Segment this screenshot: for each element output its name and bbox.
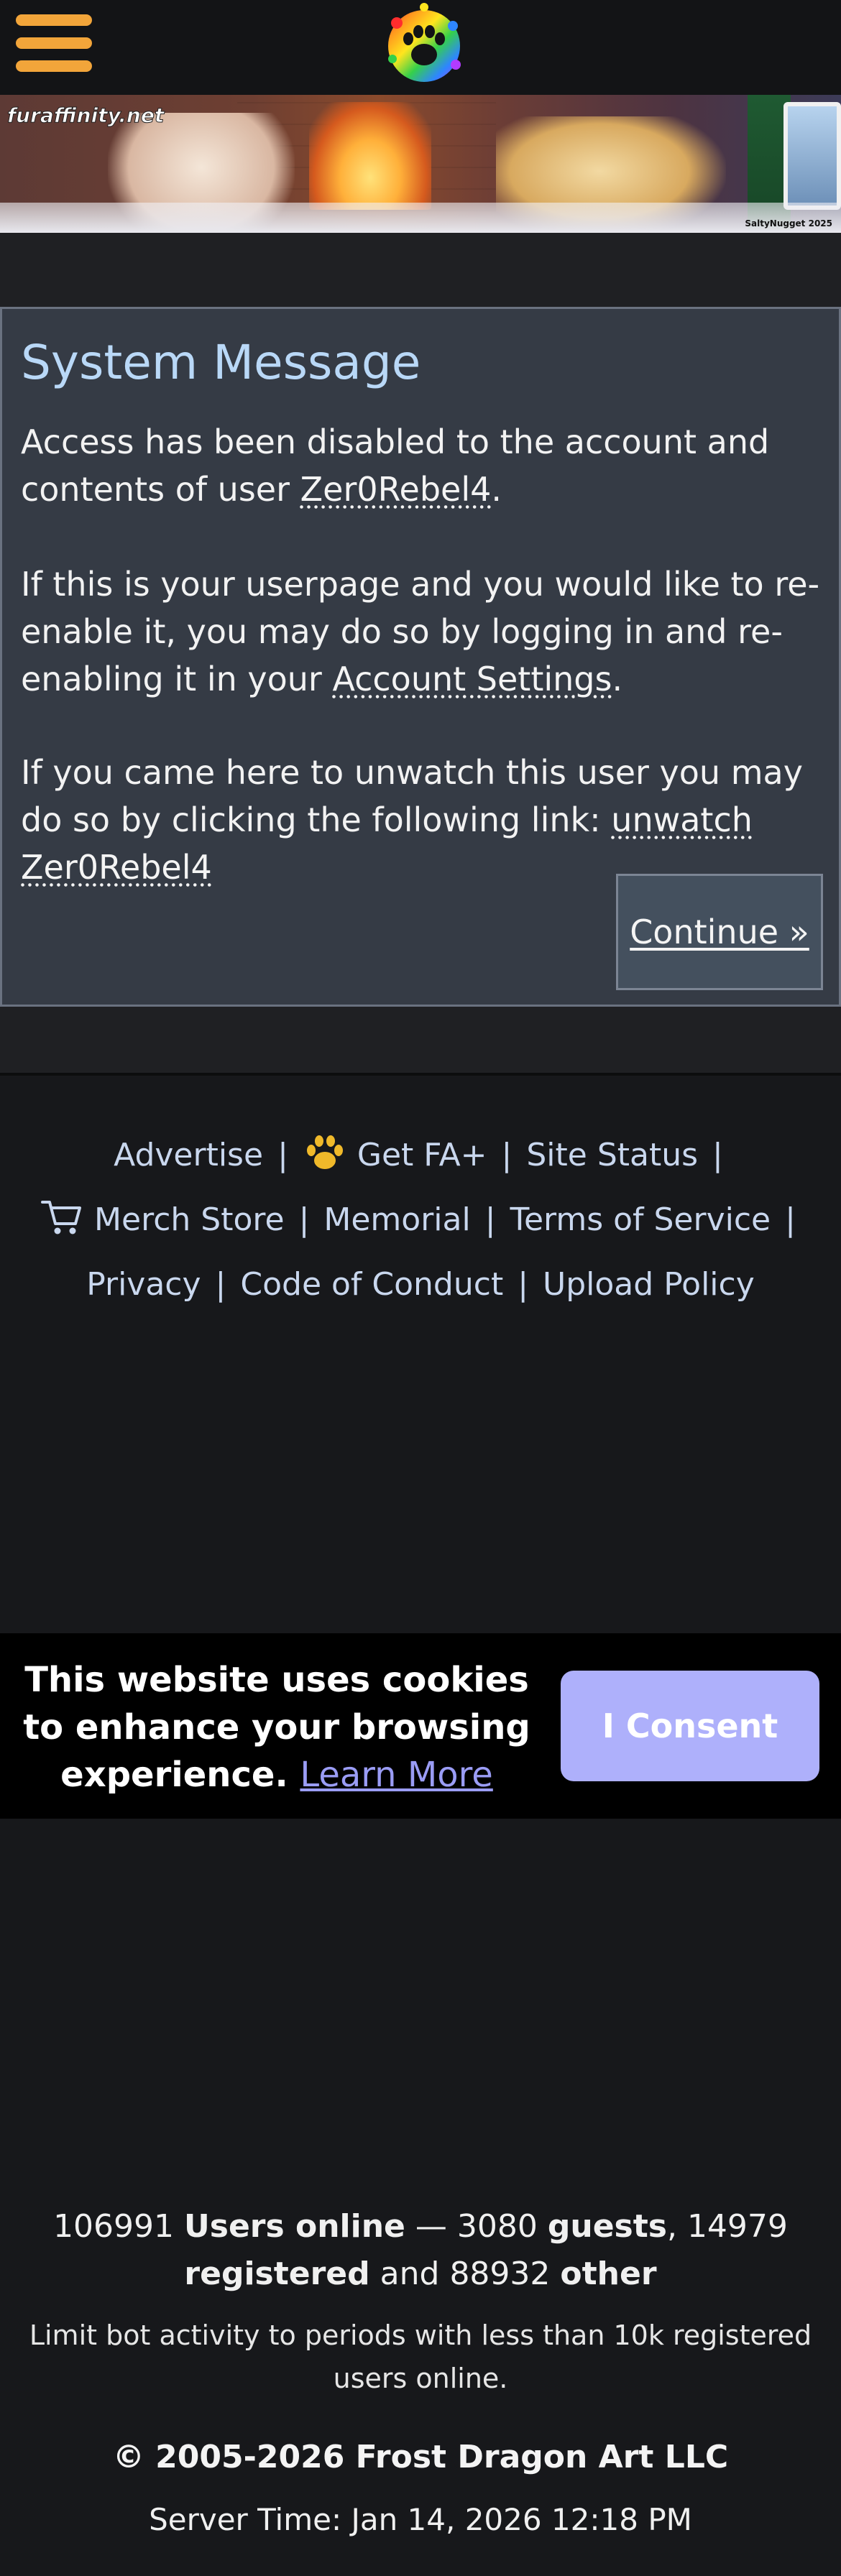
footer-links: Advertise | Get FA+ | Site Status | Merc… <box>0 1123 841 1317</box>
footer-link-site-status[interactable]: Site Status <box>526 1137 698 1173</box>
footer-link-code-of-conduct[interactable]: Code of Conduct <box>240 1266 503 1303</box>
footer-link-privacy[interactable]: Privacy <box>86 1266 201 1303</box>
footer-link-merch-store[interactable]: Merch Store <box>94 1201 285 1238</box>
server-time: Server Time: Jan 14, 2026 12:18 PM <box>149 2502 692 2537</box>
top-bar <box>0 0 841 95</box>
gold-paw-icon <box>306 1135 343 1169</box>
user-profile-link[interactable]: Zer0Rebel4 <box>300 470 492 509</box>
page: furaffinity.net SaltyNugget 2025 System … <box>0 0 841 2576</box>
learn-more-link[interactable]: Learn More <box>300 1755 492 1795</box>
consent-button[interactable]: I Consent <box>561 1671 819 1781</box>
account-settings-link[interactable]: Account Settings <box>332 660 612 698</box>
shopping-cart-icon <box>41 1201 82 1234</box>
cookie-banner: This website uses cookies to enhance you… <box>0 1633 841 1819</box>
banner-site-tag: furaffinity.net <box>6 103 165 128</box>
system-message-box: System Message Access has been disabled … <box>0 307 841 1007</box>
banner-credit: SaltyNugget 2025 <box>745 218 832 228</box>
online-stats: 106991 Users online — 3080 guests, 14979… <box>53 2208 788 2292</box>
cookie-message: This website uses cookies to enhance you… <box>23 1660 530 1795</box>
footer-link-advertise[interactable]: Advertise <box>114 1137 263 1173</box>
footer-link-terms[interactable]: Terms of Service <box>510 1201 771 1238</box>
site-banner[interactable]: furaffinity.net SaltyNugget 2025 <box>0 95 841 233</box>
footer-link-upload-policy[interactable]: Upload Policy <box>543 1266 755 1303</box>
footer-link-memorial[interactable]: Memorial <box>323 1201 470 1238</box>
copyright: © 2005-2026 Frost Dragon Art LLC <box>112 2439 729 2475</box>
rainbow-paw-logo-icon[interactable] <box>381 1 467 89</box>
unwatch-paragraph: If you came here to unwatch this user yo… <box>21 753 803 887</box>
reenable-paragraph: If this is your userpage and you would l… <box>21 565 820 698</box>
footer-link-get-fa-plus[interactable]: Get FA+ <box>357 1137 487 1173</box>
continue-button[interactable]: Continue » <box>616 874 823 990</box>
system-message-title: System Message <box>21 335 421 390</box>
hamburger-menu-icon[interactable] <box>16 10 92 76</box>
fireplace-art <box>309 102 431 210</box>
bot-activity-note: Limit bot activity to periods with less … <box>29 2319 812 2394</box>
disabled-account-paragraph: Access has been disabled to the account … <box>21 423 770 509</box>
